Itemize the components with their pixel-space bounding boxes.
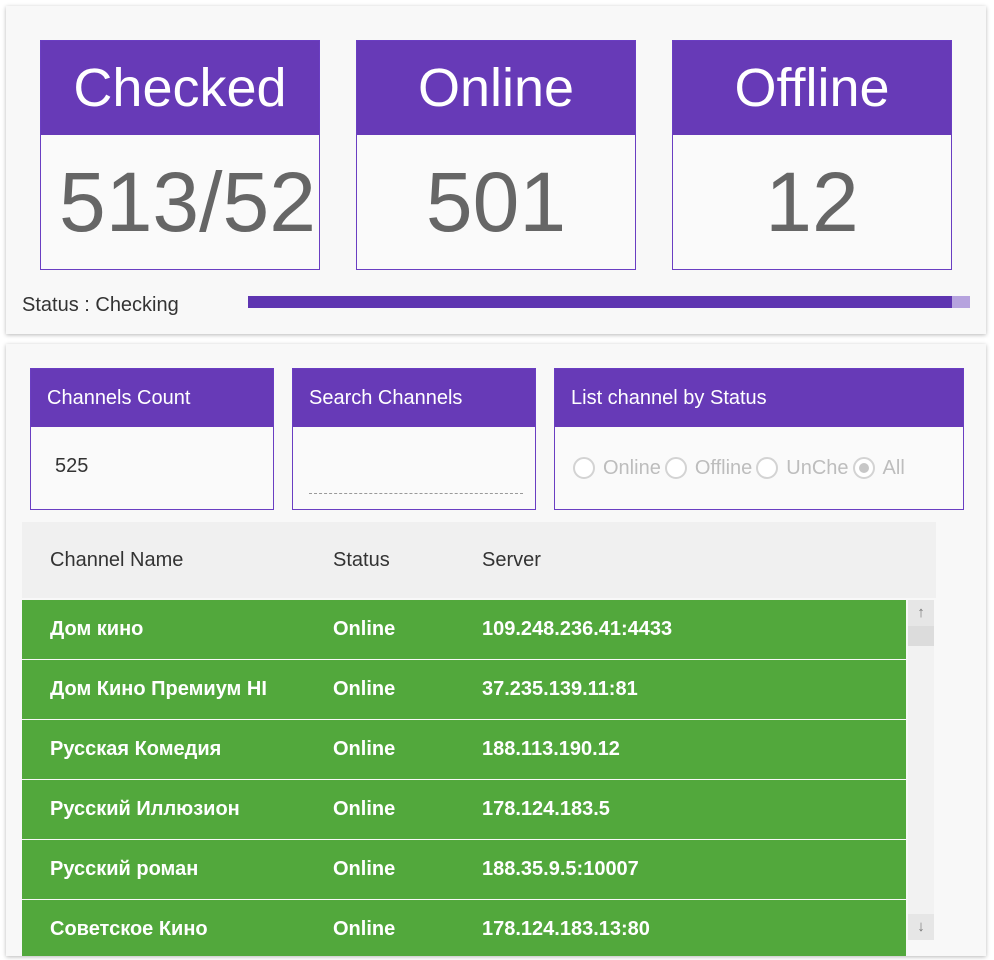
offline-label: Offline: [673, 41, 951, 135]
search-label: Search Channels: [293, 369, 535, 427]
online-value: 501: [425, 155, 567, 249]
table-row[interactable]: Русский роман Online 188.35.9.5:10007: [22, 840, 906, 899]
progress-fill: [248, 296, 952, 308]
radio-unchecked-icon[interactable]: [756, 457, 779, 479]
status-cell: Online: [333, 918, 396, 940]
channels-count-label: Channels Count: [31, 369, 273, 427]
server-cell: 109.248.236.41:4433: [482, 618, 673, 640]
search-box: Search Channels: [292, 368, 536, 510]
offline-card: Offline 12: [672, 40, 952, 270]
scroll-thumb[interactable]: [908, 626, 934, 646]
status-filter-option-offline[interactable]: Offline: [664, 456, 753, 480]
radio-checked-icon[interactable]: [852, 457, 875, 479]
status-filter-box: List channel by Status Online Offline UnCh…: [554, 368, 964, 510]
status-filter-option-label: Offline: [694, 456, 753, 479]
offline-value: 12: [765, 155, 859, 249]
status-cell: Online: [333, 618, 396, 640]
table-scrollbar[interactable]: ↑ ↓: [908, 600, 934, 940]
arrow-up-icon[interactable]: ↑: [908, 600, 934, 626]
radio-unchecked-icon[interactable]: [664, 457, 687, 479]
table-header: Channel Name Status Server: [22, 522, 936, 598]
server-cell: 178.124.183.13:80: [482, 918, 650, 940]
arrow-down-icon[interactable]: ↓: [908, 914, 934, 940]
status-filter-options: Online Offline UnChe All: [555, 427, 963, 509]
status-cell: Online: [333, 678, 396, 700]
status-filter-option-online[interactable]: Online: [573, 457, 661, 480]
search-input[interactable]: [309, 479, 523, 494]
channel-name-cell: Русский Иллюзион: [50, 798, 240, 820]
table-row[interactable]: Дом кино Online 109.248.236.41:4433: [22, 600, 906, 659]
column-header-server[interactable]: Server: [482, 522, 541, 598]
progress-bar: [248, 296, 970, 308]
server-cell: 37.235.139.11:81: [482, 678, 638, 700]
status-filter-label: List channel by Status: [555, 369, 963, 427]
status-filter-option-label: All: [882, 456, 905, 479]
online-label: Online: [357, 41, 635, 135]
status-text: Status : Checking: [22, 294, 179, 316]
channel-name-cell: Русский роман: [50, 858, 199, 880]
checked-value: 513/52: [59, 155, 316, 249]
checked-card: Checked 513/52: [40, 40, 320, 270]
channels-count-box: Channels Count 525: [30, 368, 274, 510]
status-filter-option-all[interactable]: All: [852, 456, 905, 480]
channel-table-body: Дом кино Online 109.248.236.41:4433 Дом Кин…: [22, 600, 906, 956]
channel-name-cell: Дом Кино Премиум HI: [50, 678, 267, 700]
server-cell: 188.113.190.12: [482, 738, 620, 760]
channel-name-cell: Русская Комедия: [50, 738, 222, 760]
summary-panel: Checked 513/52 Online 501 Offline 12 Sta…: [6, 6, 986, 334]
server-cell: 188.35.9.5:10007: [482, 858, 639, 880]
status-filter-option-label: Online: [603, 456, 661, 479]
channel-name-cell: Советское Кино: [50, 918, 208, 940]
status-cell: Online: [333, 858, 396, 880]
channels-panel: Channels Count 525 Search Channels List …: [6, 344, 986, 956]
server-cell: 178.124.183.5: [482, 798, 610, 820]
table-row[interactable]: Советское Кино Online 178.124.183.13:80: [22, 900, 906, 956]
channel-name-cell: Дом кино: [50, 618, 144, 640]
checked-label: Checked: [41, 41, 319, 135]
table-row[interactable]: Русская Комедия Online 188.113.190.12: [22, 720, 906, 779]
status-cell: Online: [333, 738, 396, 760]
online-card: Online 501: [356, 40, 636, 270]
radio-unchecked-icon[interactable]: [573, 457, 595, 479]
channels-count-value: 525: [55, 455, 89, 477]
status-cell: Online: [333, 798, 396, 820]
column-header-status[interactable]: Status: [333, 522, 390, 598]
status-filter-option-label: UnChe: [786, 456, 849, 479]
table-row[interactable]: Русский Иллюзион Online 178.124.183.5: [22, 780, 906, 839]
column-header-channel-name[interactable]: Channel Name: [50, 522, 183, 598]
table-row[interactable]: Дом Кино Премиум HI Online 37.235.139.11:8…: [22, 660, 906, 719]
status-filter-option-unche[interactable]: UnChe: [756, 456, 849, 480]
